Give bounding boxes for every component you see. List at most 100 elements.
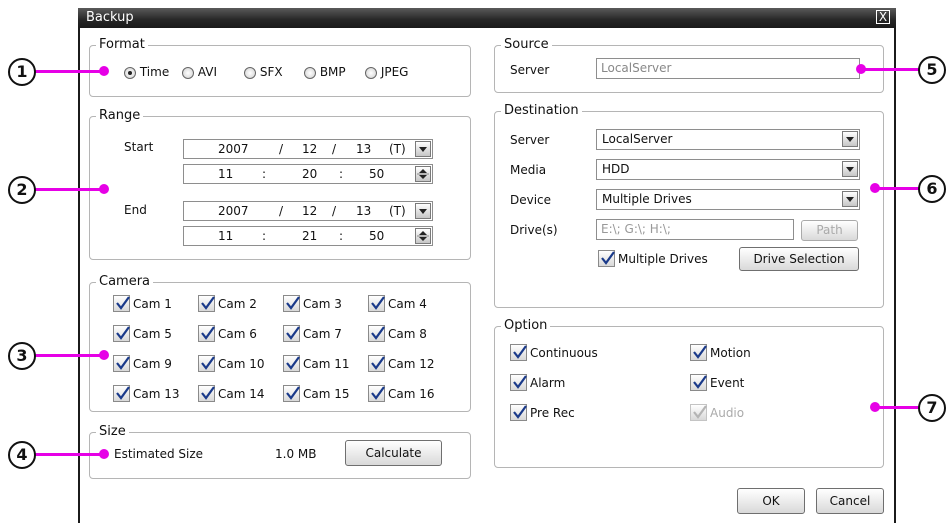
dest-server-select[interactable]: LocalServer — [596, 129, 860, 150]
camera-checkbox[interactable] — [368, 325, 385, 342]
camera-checkbox[interactable] — [368, 295, 385, 312]
callout-number-7: 7 — [918, 394, 946, 422]
format-option-time[interactable]: Time — [124, 65, 169, 79]
chevron-down-icon[interactable] — [842, 131, 858, 147]
format-option-jpeg[interactable]: JPEG — [365, 65, 408, 79]
callout-dot-4 — [99, 449, 109, 459]
calendar-dropdown-icon[interactable] — [415, 203, 431, 219]
callout-dot-3 — [99, 350, 109, 360]
checkmark-icon — [371, 386, 385, 400]
camera-checkbox[interactable] — [283, 295, 300, 312]
camera-checkbox[interactable] — [113, 295, 130, 312]
camera-label: Cam 12 — [388, 357, 435, 371]
format-option-sfx[interactable]: SFX — [244, 65, 283, 79]
callout-line-4 — [34, 453, 104, 456]
camera-label: Cam 1 — [133, 297, 172, 311]
callout-dot-7 — [870, 402, 880, 412]
end-year: 2007 — [218, 204, 249, 218]
chevron-down-icon[interactable] — [842, 161, 858, 177]
callout-number-6: 6 — [918, 175, 946, 203]
callout-number-5: 5 — [918, 56, 946, 84]
camera-checkbox[interactable] — [283, 355, 300, 372]
close-button[interactable]: X — [876, 10, 890, 24]
start-time-field[interactable]: 11 : 20 : 50 — [183, 164, 433, 184]
motion-label: Motion — [710, 346, 751, 360]
date-sep: / — [332, 204, 337, 218]
checkmark-icon — [201, 356, 215, 370]
calculate-button[interactable]: Calculate — [345, 440, 442, 466]
calendar-dropdown-icon[interactable] — [415, 141, 431, 157]
multiple-drives-label: Multiple Drives — [618, 252, 708, 266]
alarm-checkbox[interactable] — [510, 374, 527, 391]
start-sec: 50 — [369, 167, 385, 181]
callout-line-3 — [34, 354, 104, 357]
camera-checkbox[interactable] — [113, 355, 130, 372]
date-sep: / — [279, 204, 284, 218]
camera-checkbox[interactable] — [198, 355, 215, 372]
start-month: 12 — [302, 142, 318, 156]
device-label: Device — [510, 193, 552, 207]
camera-checkbox[interactable] — [283, 385, 300, 402]
event-checkbox[interactable] — [690, 374, 707, 391]
media-value: HDD — [602, 162, 630, 176]
multiple-drives-checkbox[interactable] — [598, 250, 615, 267]
path-button[interactable]: Path — [801, 220, 858, 241]
callout-line-1 — [34, 70, 104, 73]
destination-legend: Destination — [501, 103, 582, 118]
radio-selected-icon[interactable] — [124, 66, 136, 79]
continuous-checkbox[interactable] — [510, 344, 527, 361]
radio-icon[interactable] — [365, 66, 377, 79]
camera-checkbox[interactable] — [368, 355, 385, 372]
camera-legend: Camera — [96, 274, 154, 289]
format-option-avi[interactable]: AVI — [182, 65, 217, 79]
camera-checkbox[interactable] — [113, 385, 130, 402]
format-avi-label: AVI — [197, 65, 218, 79]
camera-checkbox[interactable] — [113, 325, 130, 342]
camera-checkbox[interactable] — [198, 385, 215, 402]
callout-number-3: 3 — [8, 342, 36, 370]
ok-button[interactable]: OK — [737, 488, 805, 514]
spin-updown-icon[interactable] — [415, 166, 431, 182]
date-sep: / — [279, 142, 284, 156]
end-time-field[interactable]: 11 : 21 : 50 — [183, 226, 433, 246]
end-hour: 11 — [218, 229, 234, 243]
camera-label: Cam 10 — [218, 357, 265, 371]
callout-line-7 — [876, 406, 920, 409]
end-date-field[interactable]: 2007 / 12 / 13 (T) — [183, 201, 433, 221]
radio-icon[interactable] — [244, 66, 256, 79]
drive-selection-button[interactable]: Drive Selection — [739, 247, 859, 271]
end-day: 13 — [356, 204, 372, 218]
cancel-button[interactable]: Cancel — [816, 488, 884, 514]
camera-checkbox[interactable] — [368, 385, 385, 402]
radio-icon[interactable] — [182, 66, 194, 79]
checkmark-icon — [693, 345, 707, 359]
checkmark-icon — [116, 296, 130, 310]
start-day: 13 — [356, 142, 372, 156]
prerec-checkbox[interactable] — [510, 404, 527, 421]
source-legend: Source — [501, 37, 552, 52]
chevron-down-icon[interactable] — [842, 191, 858, 207]
callout-line-5 — [862, 68, 920, 71]
checkmark-icon — [116, 386, 130, 400]
dest-server-label: Server — [510, 133, 550, 147]
device-select[interactable]: Multiple Drives — [596, 189, 860, 210]
camera-checkbox[interactable] — [198, 325, 215, 342]
callout-dot-6 — [870, 183, 880, 193]
checkmark-icon — [116, 356, 130, 370]
spin-updown-icon[interactable] — [415, 228, 431, 244]
media-select[interactable]: HDD — [596, 159, 860, 180]
drives-label: Drive(s) — [510, 223, 558, 237]
checkmark-icon — [201, 386, 215, 400]
motion-checkbox[interactable] — [690, 344, 707, 361]
camera-checkbox[interactable] — [283, 325, 300, 342]
camera-checkbox[interactable] — [198, 295, 215, 312]
prerec-label: Pre Rec — [530, 406, 575, 420]
radio-icon[interactable] — [304, 66, 316, 79]
end-min: 21 — [302, 229, 318, 243]
checkmark-icon — [286, 296, 300, 310]
end-label: End — [124, 203, 147, 217]
start-date-field[interactable]: 2007 / 12 / 13 (T) — [183, 139, 433, 159]
checkmark-icon — [371, 326, 385, 340]
format-option-bmp[interactable]: BMP — [304, 65, 346, 79]
camera-label: Cam 7 — [303, 327, 342, 341]
